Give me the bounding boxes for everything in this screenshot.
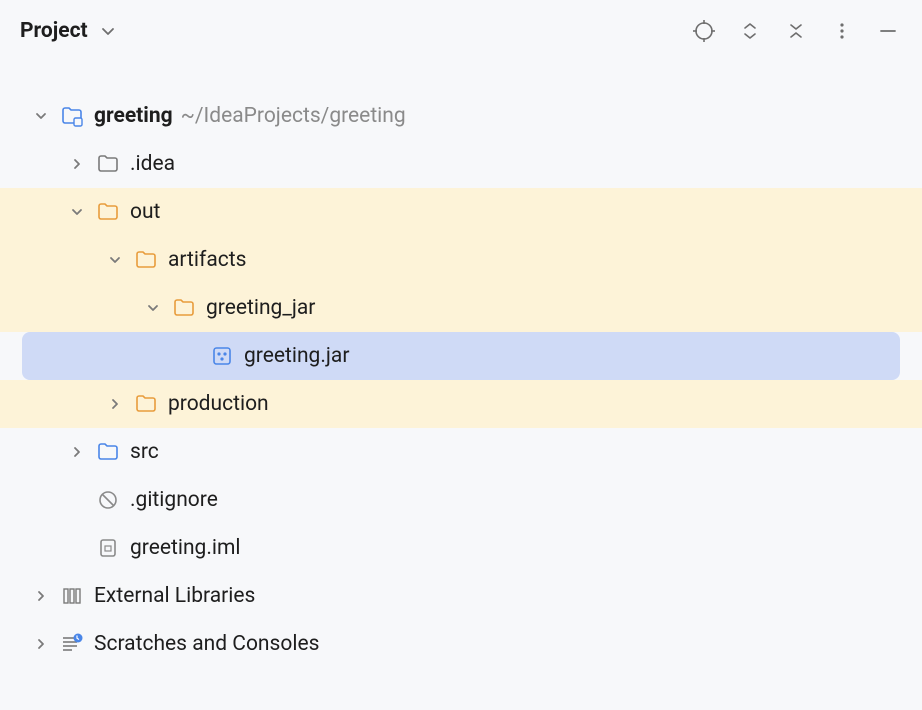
tree-node-artifacts[interactable]: artifacts xyxy=(0,236,922,284)
tree-node-production[interactable]: production xyxy=(0,380,922,428)
node-label: out xyxy=(130,200,160,224)
chevron-right-icon[interactable] xyxy=(66,441,88,463)
collapse-icon[interactable] xyxy=(782,17,810,45)
folder-orange-icon xyxy=(96,200,120,224)
chevron-right-icon[interactable] xyxy=(104,393,126,415)
iml-file-icon xyxy=(96,536,120,560)
tree-node-root[interactable]: greeting ~/IdeaProjects/greeting xyxy=(0,92,922,140)
folder-orange-icon xyxy=(134,248,158,272)
node-label: greeting xyxy=(94,104,173,128)
node-label: greeting_jar xyxy=(206,296,315,320)
node-label: External Libraries xyxy=(94,584,255,608)
tool-window-title: Project xyxy=(20,19,88,43)
chevron-down-icon[interactable] xyxy=(66,201,88,223)
tree-node-idea[interactable]: .idea xyxy=(0,140,922,188)
project-tree: greeting ~/IdeaProjects/greeting .idea o… xyxy=(0,62,922,668)
chevron-down-icon[interactable] xyxy=(30,105,52,127)
tree-node-src[interactable]: src xyxy=(0,428,922,476)
jar-file-icon xyxy=(210,344,234,368)
chevron-right-icon[interactable] xyxy=(30,633,52,655)
tree-node-greeting-jar-file[interactable]: greeting.jar xyxy=(22,332,900,380)
chevron-down-icon[interactable] xyxy=(104,249,126,271)
tree-node-scratches[interactable]: Scratches and Consoles xyxy=(0,620,922,668)
ignore-file-icon xyxy=(96,488,120,512)
expand-collapse-icon[interactable] xyxy=(736,17,764,45)
node-label: .idea xyxy=(130,152,175,176)
node-label: artifacts xyxy=(168,248,246,272)
folder-orange-icon xyxy=(172,296,196,320)
node-label: .gitignore xyxy=(130,488,218,512)
tree-node-external-libraries[interactable]: External Libraries xyxy=(0,572,922,620)
chevron-down-icon[interactable] xyxy=(142,297,164,319)
scratches-icon xyxy=(60,632,84,656)
library-icon xyxy=(60,584,84,608)
target-icon[interactable] xyxy=(690,17,718,45)
source-folder-icon xyxy=(96,440,120,464)
minimize-icon[interactable] xyxy=(874,17,902,45)
header-left: Project xyxy=(20,17,122,45)
module-folder-icon xyxy=(60,104,84,128)
node-label: greeting.iml xyxy=(130,536,241,560)
tree-node-out[interactable]: out xyxy=(0,188,922,236)
chevron-down-icon[interactable] xyxy=(94,17,122,45)
node-label: Scratches and Consoles xyxy=(94,632,319,656)
folder-icon xyxy=(96,152,120,176)
node-label: greeting.jar xyxy=(244,344,349,368)
tool-window-header: Project xyxy=(0,0,922,62)
header-actions xyxy=(690,17,902,45)
node-label: src xyxy=(130,440,159,464)
folder-orange-icon xyxy=(134,392,158,416)
tree-node-greeting-jar-folder[interactable]: greeting_jar xyxy=(0,284,922,332)
node-label: production xyxy=(168,392,269,416)
tree-node-gitignore[interactable]: .gitignore xyxy=(0,476,922,524)
chevron-right-icon[interactable] xyxy=(66,153,88,175)
more-icon[interactable] xyxy=(828,17,856,45)
chevron-right-icon[interactable] xyxy=(30,585,52,607)
node-path: ~/IdeaProjects/greeting xyxy=(181,104,406,128)
tree-node-iml[interactable]: greeting.iml xyxy=(0,524,922,572)
